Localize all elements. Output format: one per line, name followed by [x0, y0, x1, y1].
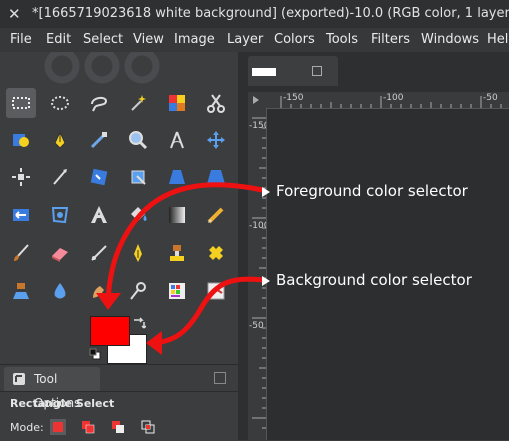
window-titlebar: ✕ *[1665719023618 white background] (exp… — [0, 0, 509, 28]
rect-select-icon[interactable] — [6, 88, 36, 118]
vertical-ruler[interactable]: -150 -100 -50 — [248, 108, 267, 440]
ink-icon[interactable] — [123, 238, 153, 268]
mode-replace-icon[interactable] — [50, 419, 66, 435]
divider — [0, 391, 238, 392]
eraser-icon[interactable] — [45, 238, 75, 268]
blur-icon[interactable] — [45, 276, 75, 306]
fuzzy-select-icon[interactable] — [123, 88, 153, 118]
measure-icon[interactable] — [162, 125, 192, 155]
perspective-icon[interactable] — [162, 162, 192, 192]
flip-icon[interactable] — [201, 162, 231, 192]
menu-colors[interactable]: Colors — [274, 28, 315, 52]
image-tab[interactable] — [248, 56, 338, 86]
menu-tools[interactable]: Tools — [326, 28, 358, 52]
dodge-burn-icon[interactable] — [123, 276, 153, 306]
perspective-clone-icon[interactable] — [6, 276, 36, 306]
menu-image[interactable]: Image — [174, 28, 215, 52]
warp-transform-icon[interactable] — [45, 200, 75, 230]
rotate-icon[interactable] — [123, 162, 153, 192]
zoom-icon[interactable] — [123, 125, 153, 155]
move-icon[interactable] — [201, 125, 231, 155]
scissors-select-icon[interactable] — [201, 88, 231, 118]
horizontal-ruler[interactable]: -150 -100 -50 — [266, 92, 509, 109]
clone-icon[interactable] — [162, 238, 192, 268]
annotation-background: Background color selector — [276, 271, 472, 289]
gradient-icon[interactable] — [162, 200, 192, 230]
swap-colors-icon[interactable] — [132, 316, 146, 330]
cage-transform-icon[interactable] — [6, 200, 36, 230]
mypaint-brush-icon[interactable] — [162, 276, 192, 306]
paintbrush-icon[interactable] — [6, 238, 36, 268]
pencil-icon[interactable] — [201, 200, 231, 230]
tool-options-title: Rectangle Select — [10, 397, 115, 410]
menu-help[interactable]: Help — [487, 28, 509, 52]
menu-select[interactable]: Select — [83, 28, 123, 52]
text-icon[interactable] — [84, 200, 114, 230]
panel-menu-icon[interactable] — [214, 372, 226, 384]
mode-label: Mode: — [10, 421, 44, 434]
close-icon[interactable]: ✕ — [8, 0, 21, 28]
menu-file[interactable]: File — [10, 28, 32, 52]
menu-layer[interactable]: Layer — [227, 28, 263, 52]
wilber-logo-icon — [44, 52, 160, 84]
tool-options-panel: Tool Options Rectangle Select Mode: — [0, 364, 238, 441]
annotation-foreground: Foreground color selector — [276, 182, 468, 200]
free-select-icon[interactable] — [84, 88, 114, 118]
image-thumbnail — [252, 68, 276, 76]
ruler-ticks-v — [252, 117, 266, 429]
foreground-select-icon[interactable] — [6, 125, 36, 155]
menu-filters[interactable]: Filters — [371, 28, 410, 52]
unified-transform-icon[interactable] — [84, 162, 114, 192]
mode-intersect-icon[interactable] — [140, 419, 156, 435]
heal-icon[interactable] — [201, 238, 231, 268]
ellipse-select-icon[interactable] — [45, 88, 75, 118]
color-select-icon[interactable] — [162, 88, 192, 118]
close-tab-icon[interactable] — [312, 66, 322, 76]
ruler-label-vertical: -50 — [249, 321, 264, 331]
menu-windows[interactable]: Windows — [421, 28, 479, 52]
paths-icon[interactable] — [45, 125, 75, 155]
reset-colors-icon[interactable] — [89, 348, 101, 360]
menu-view[interactable]: View — [133, 28, 164, 52]
smudge-icon[interactable] — [84, 276, 114, 306]
gegl-icon[interactable] — [201, 276, 231, 306]
ruler-corner[interactable] — [248, 92, 266, 108]
crop-icon[interactable] — [45, 162, 75, 192]
ruler-label-vertical: -100 — [249, 221, 266, 231]
ruler-label: -50 — [483, 93, 498, 103]
menu-edit[interactable]: Edit — [46, 28, 71, 52]
ruler-label-vertical: -150 — [249, 121, 266, 131]
toolbox — [0, 52, 238, 364]
airbrush-icon[interactable] — [84, 238, 114, 268]
color-picker-icon[interactable] — [84, 125, 114, 155]
ruler-label: -150 — [283, 93, 304, 103]
tool-options-tab[interactable]: Tool Options — [4, 367, 100, 410]
mode-add-icon[interactable] — [80, 419, 96, 435]
tool-options-icon — [13, 373, 25, 385]
bucket-fill-icon[interactable] — [123, 200, 153, 230]
align-icon[interactable] — [6, 162, 36, 192]
ruler-label: -100 — [383, 93, 404, 103]
foreground-color-swatch[interactable] — [90, 316, 130, 346]
mode-subtract-icon[interactable] — [110, 419, 126, 435]
window-title: *[1665719023618 white background] (expor… — [32, 6, 509, 21]
menu-bar: File Edit Select View Image Layer Colors… — [0, 28, 509, 52]
